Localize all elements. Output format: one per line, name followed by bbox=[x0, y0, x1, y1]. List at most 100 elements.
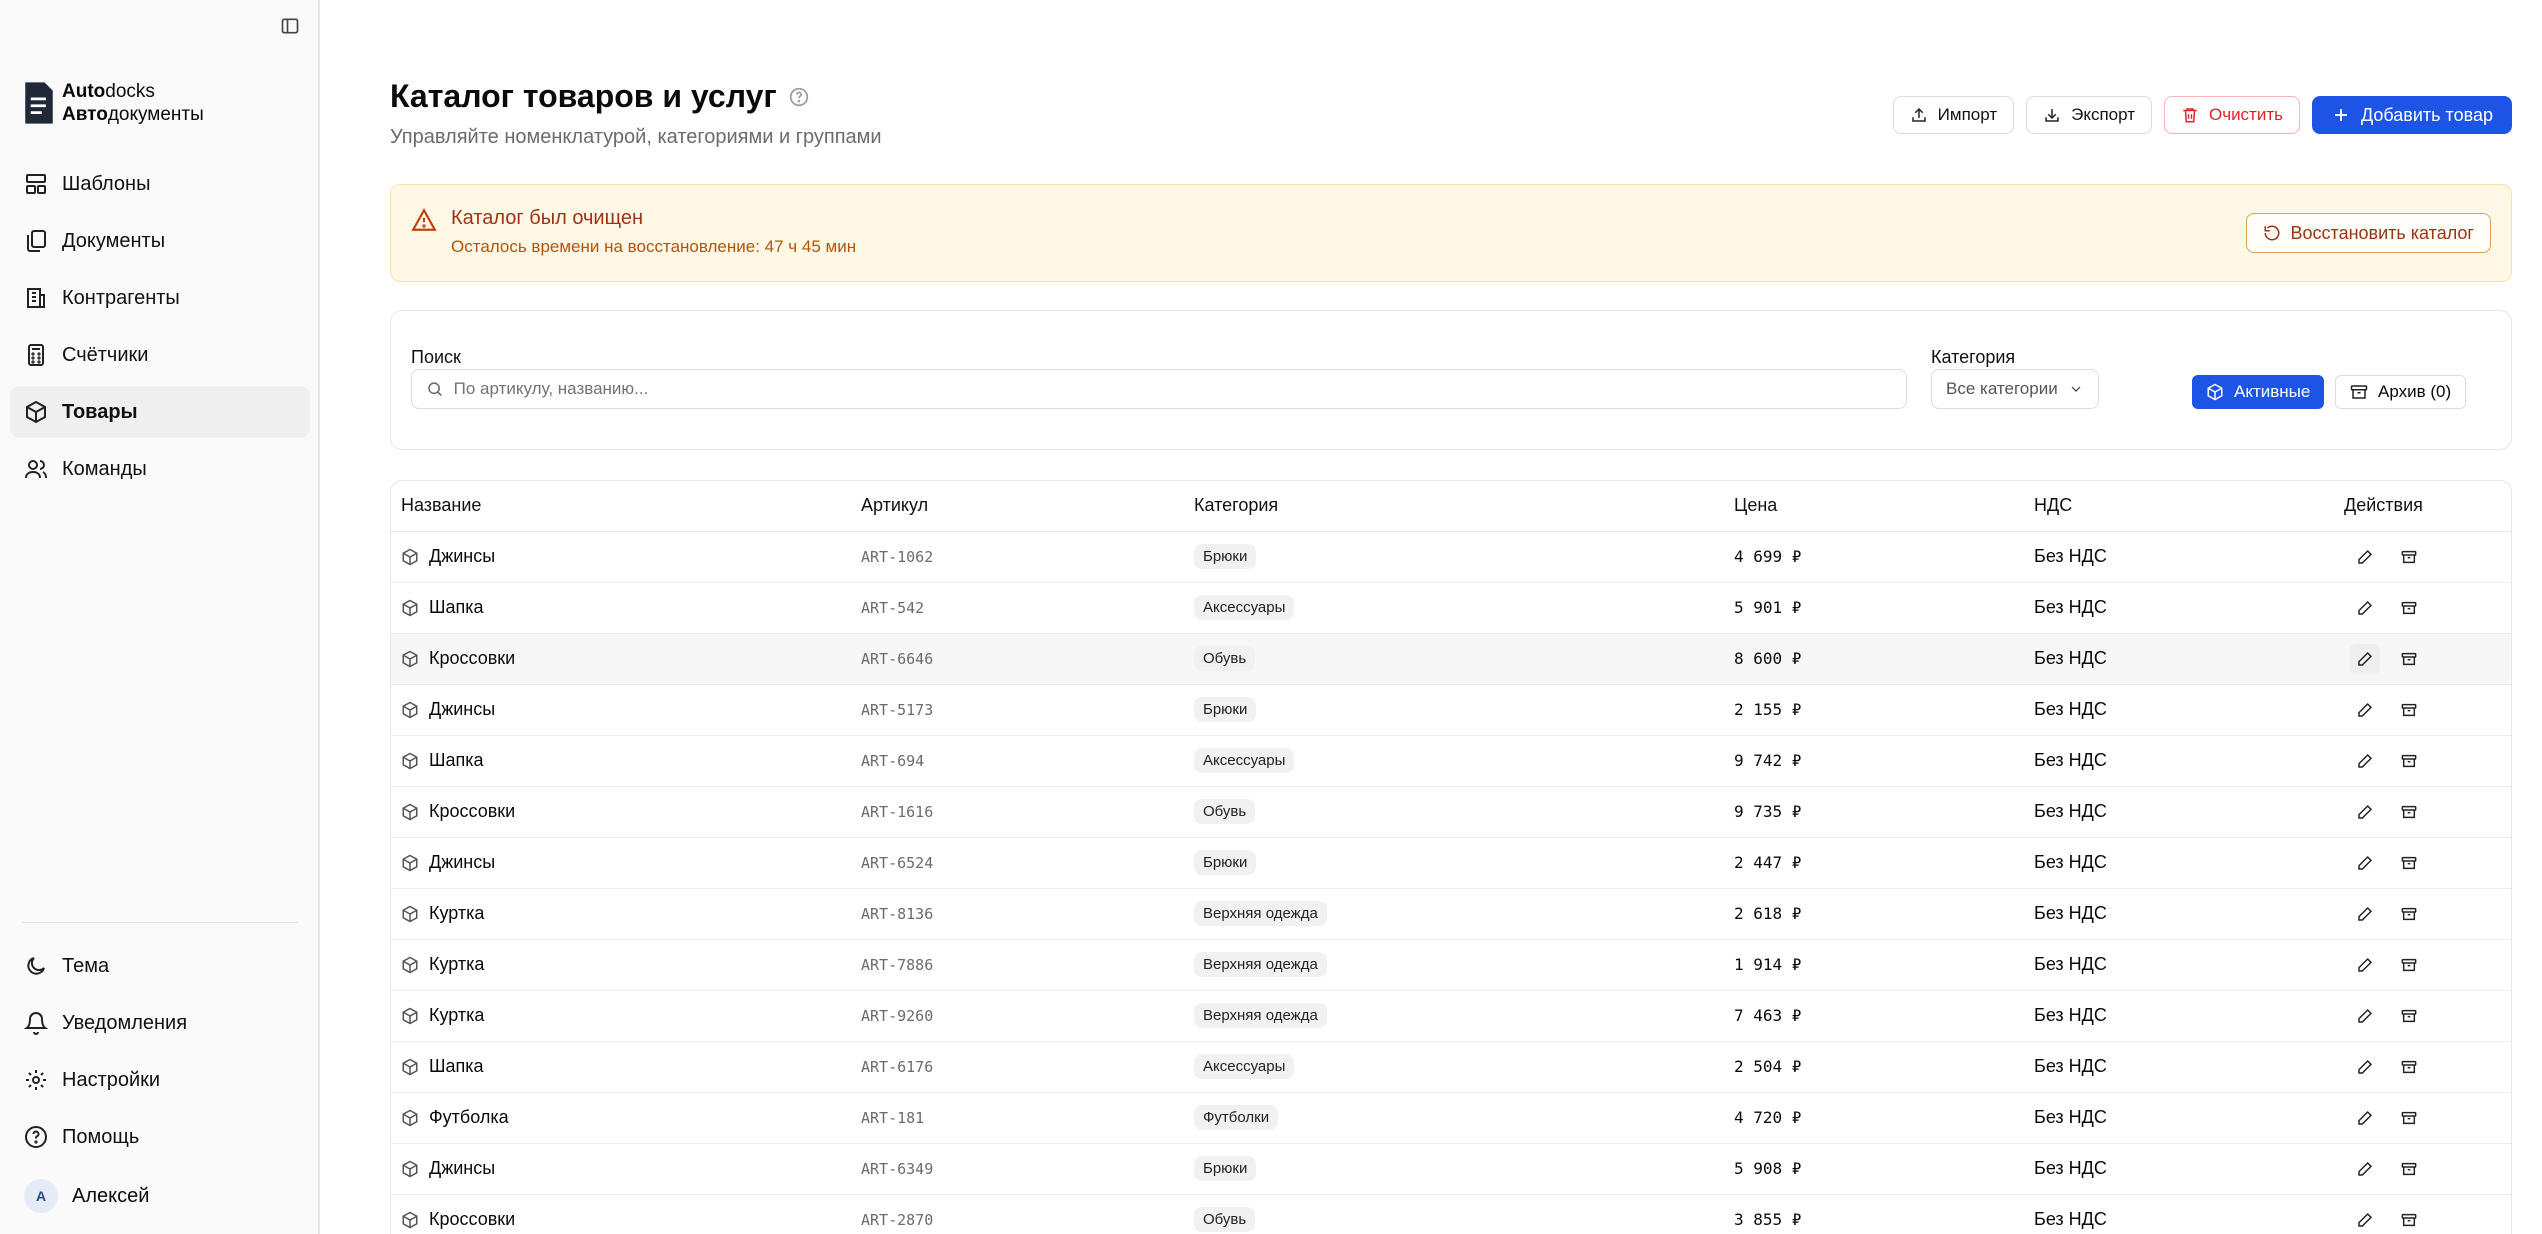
sidebar-item-theme[interactable]: Тема bbox=[10, 940, 310, 992]
edit-button[interactable] bbox=[2350, 950, 2380, 980]
search-input[interactable] bbox=[453, 379, 1892, 399]
archive-filter-button[interactable]: Архив (0) bbox=[2335, 375, 2467, 409]
category-badge: Верхняя одежда bbox=[1194, 952, 1327, 977]
table-row[interactable]: Кроссовки ART-2870 Обувь 3 855 ₽ Без НДС bbox=[391, 1194, 2511, 1234]
warning-icon bbox=[411, 208, 437, 231]
vat-cell: Без НДС bbox=[2024, 633, 2334, 685]
table-row[interactable]: Джинсы ART-1062 Брюки 4 699 ₽ Без НДС bbox=[391, 531, 2511, 583]
sidebar-toggle-icon[interactable] bbox=[278, 14, 302, 38]
table-row[interactable]: Куртка ART-8136 Верхняя одежда 2 618 ₽ Б… bbox=[391, 888, 2511, 940]
sidebar-item-notifications[interactable]: Уведомления bbox=[10, 997, 310, 1049]
product-name: Шапка bbox=[429, 1056, 484, 1076]
clear-button[interactable]: Очистить bbox=[2163, 96, 2300, 134]
edit-button[interactable] bbox=[2350, 797, 2380, 827]
pencil-icon bbox=[2358, 600, 2373, 615]
logo[interactable]: Autodocks Автодокументы bbox=[22, 80, 204, 126]
column-header-vat[interactable]: НДС bbox=[2024, 481, 2334, 532]
table-row[interactable]: Джинсы ART-5173 Брюки 2 155 ₽ Без НДС bbox=[391, 684, 2511, 736]
edit-button[interactable] bbox=[2350, 695, 2380, 725]
archive-button[interactable] bbox=[2394, 1103, 2424, 1133]
restore-catalog-button[interactable]: Восстановить каталог bbox=[2245, 213, 2491, 253]
sidebar-item-templates[interactable]: Шаблоны bbox=[10, 158, 310, 210]
edit-button[interactable] bbox=[2350, 899, 2380, 929]
archive-button[interactable] bbox=[2394, 746, 2424, 776]
table-row[interactable]: Куртка ART-7886 Верхняя одежда 1 914 ₽ Б… bbox=[391, 939, 2511, 991]
add-product-button[interactable]: Добавить товар bbox=[2312, 96, 2512, 134]
sidebar-item-counterparties[interactable]: Контрагенты bbox=[10, 272, 310, 324]
edit-button[interactable] bbox=[2350, 1103, 2380, 1133]
name-cell: Кроссовки bbox=[391, 786, 851, 838]
edit-button[interactable] bbox=[2350, 593, 2380, 623]
archive-button[interactable] bbox=[2394, 1001, 2424, 1031]
archive-button[interactable] bbox=[2394, 1154, 2424, 1184]
export-button[interactable]: Экспорт bbox=[2026, 96, 2152, 134]
vat-cell: Без НДС bbox=[2024, 990, 2334, 1042]
archive-button[interactable] bbox=[2394, 593, 2424, 623]
table-row[interactable]: Шапка ART-542 Аксессуары 5 901 ₽ Без НДС bbox=[391, 582, 2511, 634]
user-name: Алексей bbox=[72, 1184, 150, 1207]
logo-bold-2: Авто bbox=[62, 104, 108, 125]
archive-button[interactable] bbox=[2394, 848, 2424, 878]
sidebar-item-counters[interactable]: Счётчики bbox=[10, 329, 310, 381]
sidebar-item-products[interactable]: Товары bbox=[10, 386, 310, 438]
category-select[interactable]: Все категории bbox=[1931, 369, 2099, 409]
edit-button[interactable] bbox=[2350, 1001, 2380, 1031]
table-row[interactable]: Джинсы ART-6349 Брюки 5 908 ₽ Без НДС bbox=[391, 1143, 2511, 1195]
archive-button[interactable] bbox=[2394, 695, 2424, 725]
edit-button[interactable] bbox=[2350, 643, 2380, 674]
sidebar-item-teams[interactable]: Команды bbox=[10, 443, 310, 495]
product-name: Джинсы bbox=[429, 699, 496, 719]
sku-cell: ART-2870 bbox=[851, 1194, 1184, 1234]
sidebar-item-settings[interactable]: Настройки bbox=[10, 1054, 310, 1106]
trash-icon bbox=[2183, 108, 2197, 123]
edit-button[interactable] bbox=[2350, 1205, 2380, 1234]
product-price: 2 618 ₽ bbox=[1734, 904, 1802, 923]
sidebar-item-documents[interactable]: Документы bbox=[10, 215, 310, 267]
product-name: Джинсы bbox=[429, 1158, 496, 1178]
category-cell: Обувь bbox=[1184, 633, 1724, 685]
price-cell: 7 463 ₽ bbox=[1724, 990, 2024, 1042]
archive-button[interactable] bbox=[2394, 1205, 2424, 1234]
column-header-price[interactable]: Цена bbox=[1724, 481, 2024, 532]
table-row[interactable]: Кроссовки ART-6646 Обувь 8 600 ₽ Без НДС bbox=[391, 633, 2511, 685]
archive-button[interactable] bbox=[2394, 542, 2424, 572]
export-label: Экспорт bbox=[2071, 105, 2135, 124]
table-row[interactable]: Шапка ART-6176 Аксессуары 2 504 ₽ Без НД… bbox=[391, 1041, 2511, 1093]
package-icon bbox=[402, 599, 418, 616]
sku-cell: ART-6176 bbox=[851, 1041, 1184, 1093]
archive-button[interactable] bbox=[2394, 1052, 2424, 1082]
table-row[interactable]: Шапка ART-694 Аксессуары 9 742 ₽ Без НДС bbox=[391, 735, 2511, 787]
column-header-category[interactable]: Категория bbox=[1184, 481, 1724, 532]
column-header-name[interactable]: Название bbox=[391, 481, 851, 532]
building-icon bbox=[27, 288, 45, 308]
edit-button[interactable] bbox=[2350, 848, 2380, 878]
sidebar: Autodocks Автодокументы Шаблоны Документ… bbox=[0, 0, 320, 1234]
table-row[interactable]: Футболка ART-181 Футболки 4 720 ₽ Без НД… bbox=[391, 1092, 2511, 1144]
edit-button[interactable] bbox=[2350, 1154, 2380, 1184]
product-name: Джинсы bbox=[429, 546, 496, 566]
table-row[interactable]: Кроссовки ART-1616 Обувь 9 735 ₽ Без НДС bbox=[391, 786, 2511, 838]
table-row[interactable]: Куртка ART-9260 Верхняя одежда 7 463 ₽ Б… bbox=[391, 990, 2511, 1042]
archive-icon bbox=[2401, 805, 2417, 818]
archive-button[interactable] bbox=[2394, 950, 2424, 980]
archive-button[interactable] bbox=[2394, 644, 2424, 674]
product-vat: Без НДС bbox=[2034, 699, 2107, 719]
help-circle-icon[interactable] bbox=[789, 87, 809, 107]
table-row[interactable]: Джинсы ART-6524 Брюки 2 447 ₽ Без НДС bbox=[391, 837, 2511, 889]
sidebar-item-help[interactable]: Помощь bbox=[10, 1111, 310, 1163]
active-filter-button[interactable]: Активные bbox=[2192, 375, 2325, 409]
add-product-label: Добавить товар bbox=[2361, 104, 2493, 125]
column-header-sku[interactable]: Артикул bbox=[851, 481, 1184, 532]
archive-button[interactable] bbox=[2394, 797, 2424, 827]
import-button[interactable]: Импорт bbox=[1892, 96, 2015, 134]
category-cell: Верхняя одежда bbox=[1184, 888, 1724, 940]
upload-icon bbox=[1911, 107, 1926, 122]
edit-button[interactable] bbox=[2350, 1052, 2380, 1082]
user-profile[interactable]: А Алексей bbox=[10, 1168, 310, 1224]
search-field[interactable] bbox=[411, 369, 1907, 409]
archive-button[interactable] bbox=[2394, 899, 2424, 929]
sidebar-item-label: Настройки bbox=[62, 1068, 161, 1091]
edit-button[interactable] bbox=[2350, 746, 2380, 776]
edit-button[interactable] bbox=[2350, 542, 2380, 572]
category-badge: Брюки bbox=[1194, 544, 1257, 569]
